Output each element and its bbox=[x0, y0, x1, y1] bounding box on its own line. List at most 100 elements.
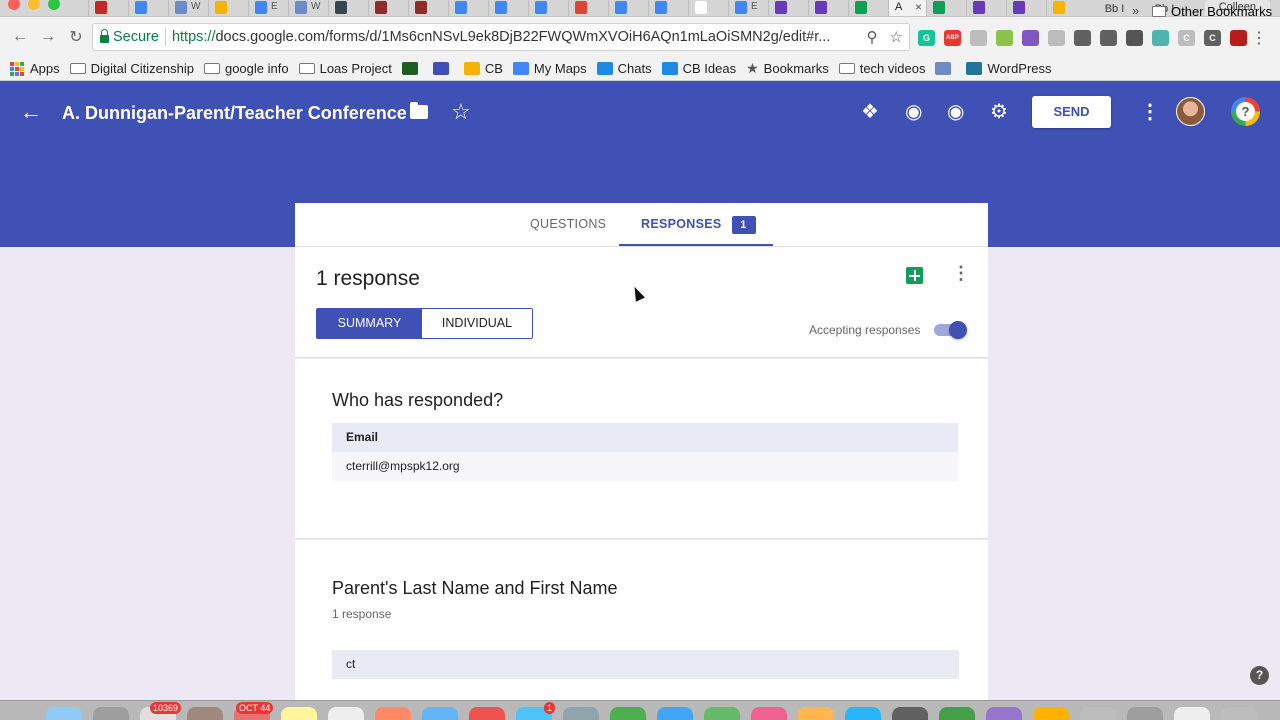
maximize-window-button[interactable] bbox=[48, 0, 60, 10]
forward-icon[interactable]: → bbox=[34, 28, 62, 46]
dock-app-icon[interactable] bbox=[422, 707, 458, 720]
help-fab-icon[interactable]: ? bbox=[1250, 666, 1269, 685]
dock-app-icon[interactable] bbox=[751, 707, 787, 720]
bookmark-item[interactable]: CB bbox=[463, 61, 503, 76]
dock-app-icon[interactable] bbox=[939, 707, 975, 720]
minimize-window-button[interactable] bbox=[28, 0, 40, 10]
extension-icon[interactable] bbox=[1126, 30, 1143, 46]
browser-tab[interactable] bbox=[88, 0, 128, 16]
extension-icon[interactable]: C bbox=[1204, 30, 1221, 46]
extension-icon[interactable]: C bbox=[1178, 30, 1195, 46]
browser-tab[interactable] bbox=[966, 0, 1006, 16]
move-to-folder-icon[interactable] bbox=[410, 102, 428, 119]
dock-app-icon[interactable] bbox=[704, 707, 740, 720]
browser-tab[interactable] bbox=[208, 0, 248, 16]
dock-app-icon[interactable] bbox=[892, 707, 928, 720]
accepting-responses-toggle[interactable] bbox=[932, 321, 967, 339]
extension-icon[interactable] bbox=[1100, 30, 1117, 46]
browser-tab[interactable] bbox=[128, 0, 168, 16]
bookmark-item[interactable]: My Maps bbox=[512, 61, 587, 76]
browser-menu-icon[interactable]: ⋮ bbox=[1251, 28, 1267, 48]
dock-app-icon[interactable] bbox=[281, 707, 317, 720]
browser-tab[interactable]: E bbox=[728, 0, 768, 16]
bookmark-item[interactable]: WordPress bbox=[966, 61, 1052, 76]
bookmark-item[interactable]: CB Ideas bbox=[661, 61, 736, 76]
bookmark-item[interactable] bbox=[401, 62, 423, 75]
bookmark-item[interactable]: Apps bbox=[10, 61, 60, 76]
dock-app-icon[interactable] bbox=[986, 707, 1022, 720]
create-spreadsheet-icon[interactable] bbox=[906, 267, 923, 284]
dock-app-icon[interactable] bbox=[845, 707, 881, 720]
summary-button[interactable]: SUMMARY bbox=[317, 309, 422, 338]
browser-tab[interactable] bbox=[568, 0, 608, 16]
dock-app-icon[interactable] bbox=[657, 707, 693, 720]
palette-icon[interactable]: ◉ bbox=[905, 99, 922, 124]
browser-tab[interactable] bbox=[608, 0, 648, 16]
browser-tab[interactable] bbox=[688, 0, 728, 16]
back-arrow-icon[interactable]: ← bbox=[20, 99, 42, 125]
bookmark-item[interactable]: Digital Citizenship bbox=[69, 61, 194, 76]
browser-tab[interactable]: W bbox=[288, 0, 328, 16]
extension-icon[interactable] bbox=[1230, 30, 1247, 46]
bookmark-item[interactable]: ★ Bookmarks bbox=[746, 60, 829, 77]
tab-questions[interactable]: QUESTIONS bbox=[530, 203, 606, 246]
responses-more-icon[interactable]: ⋮ bbox=[952, 263, 970, 284]
bookmark-item[interactable] bbox=[432, 62, 454, 75]
browser-tab[interactable] bbox=[1006, 0, 1046, 16]
form-title[interactable]: A. Dunnigan-Parent/Teacher Conference bbox=[62, 103, 407, 124]
extension-icon[interactable]: ABP bbox=[944, 30, 961, 46]
individual-button[interactable]: INDIVIDUAL bbox=[422, 309, 532, 338]
dock-app-icon[interactable] bbox=[187, 707, 223, 720]
browser-tab[interactable] bbox=[448, 0, 488, 16]
extension-icon[interactable] bbox=[1152, 30, 1169, 46]
address-bar[interactable]: Secure https://docs.google.com/forms/d/1… bbox=[92, 23, 910, 51]
tab-responses[interactable]: RESPONSES 1 bbox=[619, 203, 773, 246]
browser-tab[interactable] bbox=[808, 0, 848, 16]
bookmark-item[interactable]: Chats bbox=[596, 61, 652, 76]
dock-app-icon[interactable] bbox=[610, 707, 646, 720]
extension-icon[interactable] bbox=[1048, 30, 1065, 46]
dock-app-icon[interactable] bbox=[1080, 707, 1116, 720]
avatar[interactable] bbox=[1176, 97, 1205, 126]
dock-app-icon[interactable] bbox=[1174, 707, 1210, 720]
dock-app-icon[interactable] bbox=[375, 707, 411, 720]
dock-app-icon[interactable] bbox=[1127, 707, 1163, 720]
settings-gear-icon[interactable]: ⚙ bbox=[990, 99, 1008, 124]
active-browser-tab[interactable]: A × bbox=[888, 0, 926, 16]
extension-icon[interactable]: G bbox=[918, 30, 935, 46]
dock-app-icon[interactable] bbox=[563, 707, 599, 720]
bookmarks-overflow-icon[interactable]: » bbox=[1132, 3, 1139, 18]
browser-tab[interactable] bbox=[1046, 0, 1086, 16]
browser-tab[interactable] bbox=[926, 0, 966, 16]
dock-app-icon[interactable] bbox=[1221, 707, 1257, 720]
reload-icon[interactable]: ↻ bbox=[62, 27, 90, 47]
bookmark-star-icon[interactable]: ☆ bbox=[890, 28, 903, 46]
extension-icon[interactable] bbox=[1074, 30, 1091, 46]
browser-tab[interactable] bbox=[768, 0, 808, 16]
dock-app-icon[interactable] bbox=[798, 707, 834, 720]
dock-app-icon[interactable] bbox=[469, 707, 505, 720]
browser-tab[interactable] bbox=[408, 0, 448, 16]
bookmark-item[interactable]: google info bbox=[203, 61, 289, 76]
dock-app-icon[interactable] bbox=[93, 707, 129, 720]
other-bookmarks[interactable]: Other Bookmarks bbox=[1152, 4, 1272, 19]
browser-tab[interactable] bbox=[328, 0, 368, 16]
browser-tab[interactable] bbox=[848, 0, 888, 16]
bookmark-item[interactable]: tech videos bbox=[838, 61, 925, 76]
extension-icon[interactable] bbox=[1022, 30, 1039, 46]
zoom-search-icon[interactable]: ⚲ bbox=[867, 28, 878, 46]
bookmark-item[interactable]: Loas Project bbox=[298, 61, 392, 76]
url-text[interactable]: https://docs.google.com/forms/d/1Ms6cnNS… bbox=[172, 29, 842, 45]
browser-tab[interactable]: W bbox=[168, 0, 208, 16]
browser-tab[interactable] bbox=[648, 0, 688, 16]
help-icon[interactable]: ? bbox=[1231, 97, 1260, 126]
addons-puzzle-icon[interactable]: ❖ bbox=[861, 99, 879, 124]
browser-tab[interactable] bbox=[488, 0, 528, 16]
more-options-icon[interactable]: ⋮ bbox=[1140, 99, 1160, 124]
preview-eye-icon[interactable]: ◉ bbox=[947, 99, 964, 124]
extension-icon[interactable] bbox=[970, 30, 987, 46]
dock-app-icon[interactable] bbox=[1033, 707, 1069, 720]
star-icon[interactable]: ☆ bbox=[451, 99, 471, 125]
back-icon[interactable]: ← bbox=[6, 28, 34, 46]
extension-icon[interactable] bbox=[996, 30, 1013, 46]
